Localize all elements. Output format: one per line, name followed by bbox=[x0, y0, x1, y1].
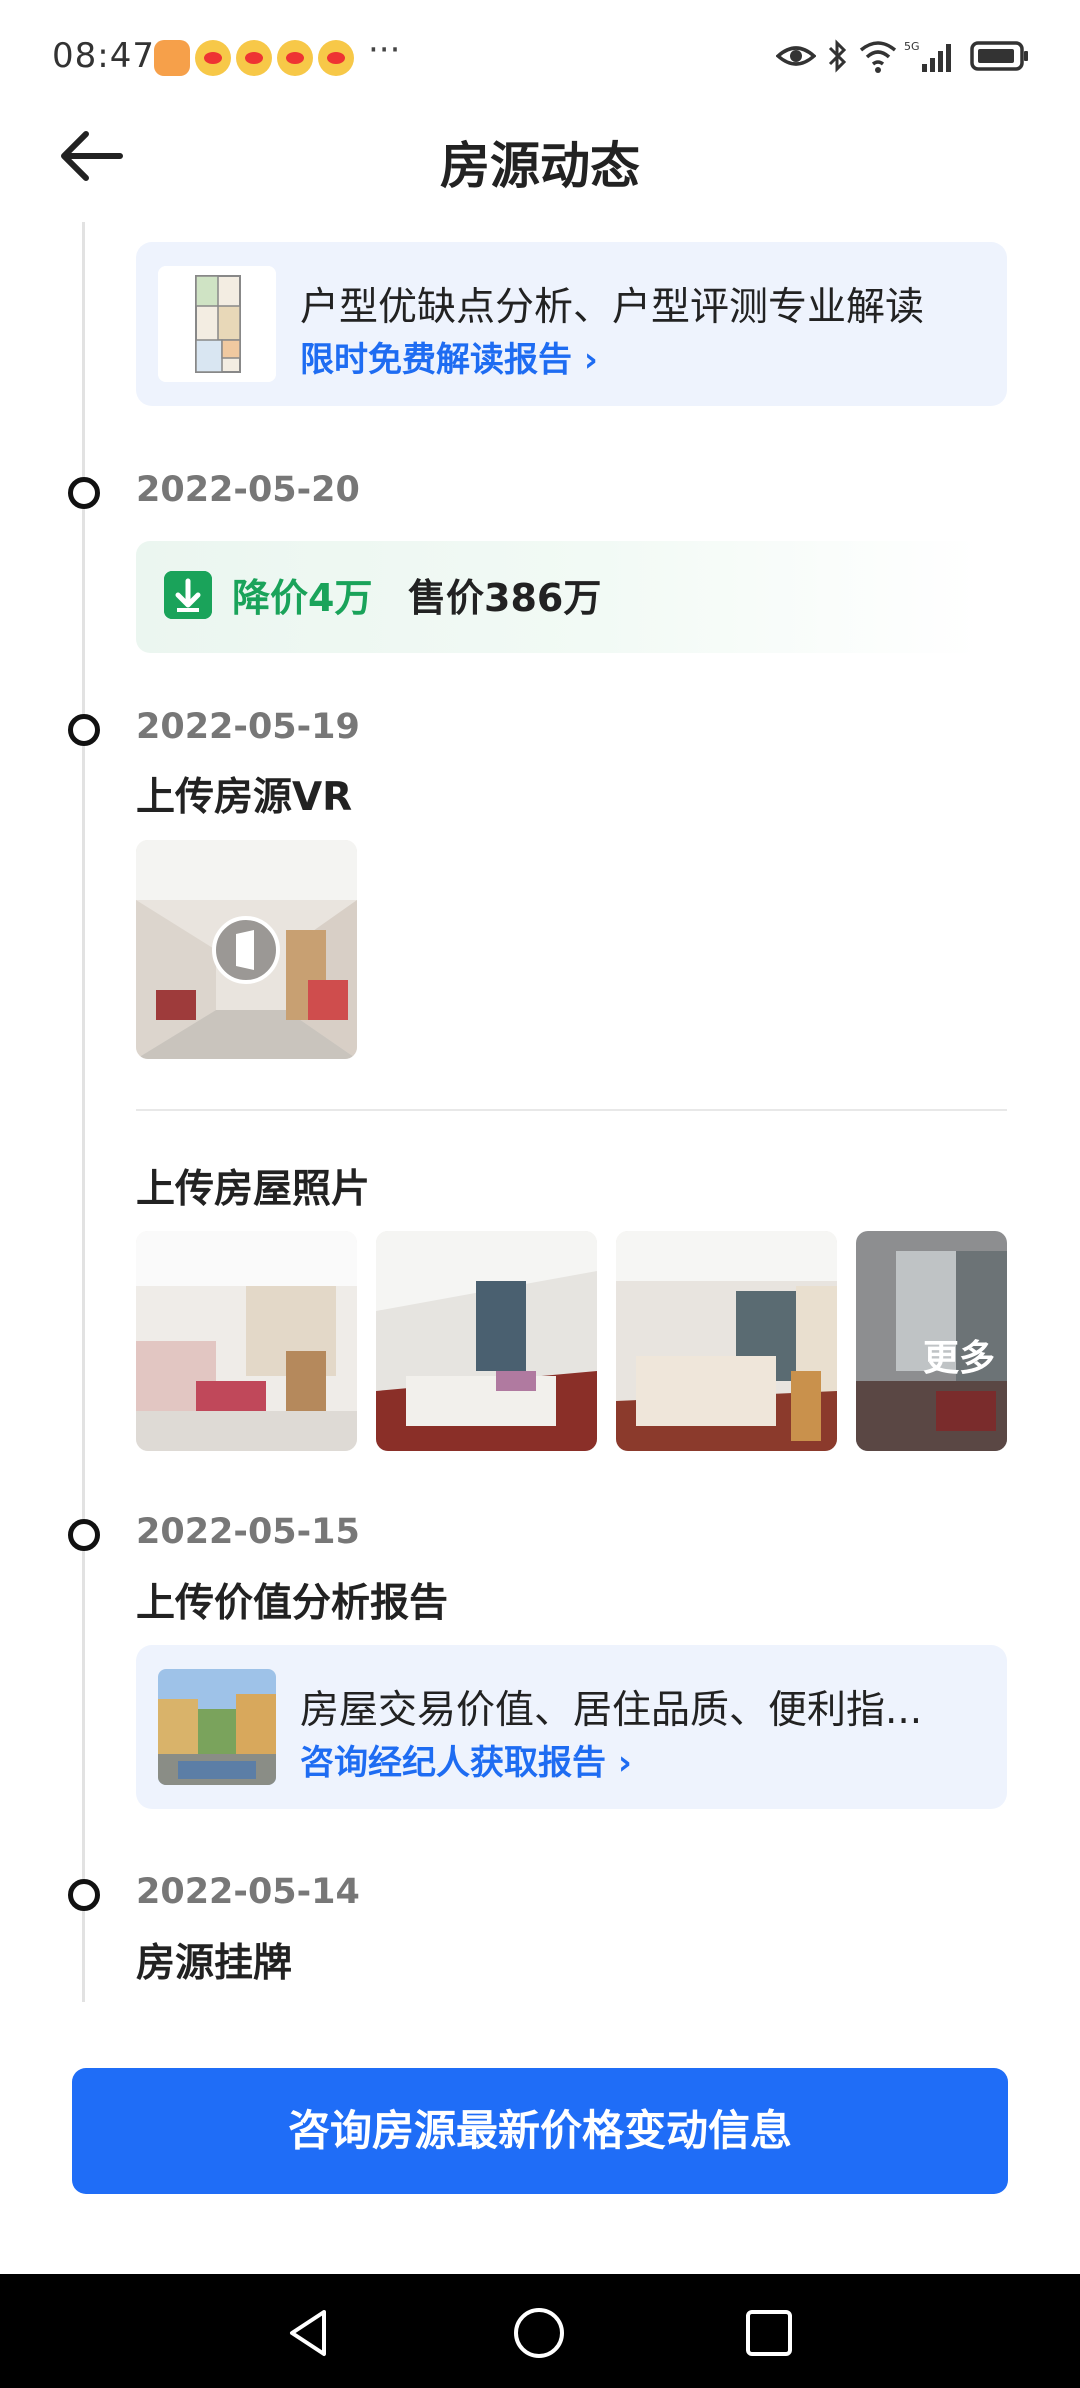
section-divider bbox=[136, 1109, 1007, 1111]
more-notifications-icon: ··· bbox=[368, 30, 401, 70]
status-bar: 08:47 ··· 5G bbox=[0, 0, 1080, 120]
timeline-date: 2022-05-19 bbox=[136, 707, 360, 747]
house-photo[interactable] bbox=[616, 1231, 837, 1451]
community-thumbnail bbox=[158, 1669, 276, 1785]
timeline-date: 2022-05-20 bbox=[136, 470, 360, 510]
system-nav-bar bbox=[0, 2274, 1080, 2388]
free-report-link[interactable]: 限时免费解读报告 › bbox=[300, 332, 598, 381]
weibo-notification-icon bbox=[236, 40, 272, 76]
status-time: 08:47 bbox=[52, 36, 155, 76]
timeline-event-title: 上传价值分析报告 bbox=[136, 1581, 449, 1626]
timeline-dot bbox=[68, 714, 100, 746]
eye-icon bbox=[776, 46, 816, 66]
timeline-dot bbox=[68, 1879, 100, 1911]
more-photos-tile[interactable]: 更多 bbox=[856, 1231, 1007, 1451]
floorplan-thumbnail bbox=[158, 266, 276, 382]
vr-thumbnail[interactable] bbox=[136, 840, 357, 1059]
nav-recents-icon[interactable] bbox=[744, 2308, 794, 2358]
svg-text:5G: 5G bbox=[904, 40, 920, 53]
page-title: 房源动态 bbox=[440, 137, 640, 195]
timeline-date: 2022-05-15 bbox=[136, 1512, 360, 1552]
current-price: 售价386万 bbox=[408, 576, 602, 620]
weibo-notification-icon bbox=[195, 40, 231, 76]
more-photos-label: 更多 bbox=[922, 1338, 995, 1379]
weibo-notification-icon bbox=[277, 40, 313, 76]
nav-back-icon[interactable] bbox=[284, 2308, 334, 2358]
timeline-event-title: 上传房屋照片 bbox=[136, 1167, 371, 1212]
price-drop-amount: 降价4万 bbox=[232, 576, 373, 620]
timeline-event-title: 房源挂牌 bbox=[136, 1941, 293, 1986]
signal-icon: 5G bbox=[904, 40, 951, 72]
app-notification-icon bbox=[154, 40, 190, 76]
price-change-banner: 降价4万 售价386万 bbox=[136, 541, 980, 653]
layout-analysis-card[interactable]: 户型优缺点分析、户型评测专业解读 限时免费解读报告 › bbox=[136, 242, 1007, 406]
wifi-icon bbox=[859, 41, 897, 73]
timeline-date: 2022-05-14 bbox=[136, 1872, 360, 1912]
report-card-title: 房屋交易价值、居住品质、便利指... bbox=[300, 1688, 923, 1733]
timeline-event-title: 上传房源VR bbox=[136, 775, 353, 820]
bluetooth-icon bbox=[828, 39, 847, 73]
weibo-notification-icon bbox=[318, 40, 354, 76]
house-photo[interactable] bbox=[376, 1231, 597, 1451]
timeline-dot bbox=[68, 1519, 100, 1551]
price-down-arrow-icon bbox=[164, 571, 212, 619]
layout-card-title: 户型优缺点分析、户型评测专业解读 bbox=[300, 285, 925, 330]
consult-agent-link[interactable]: 咨询经纪人获取报告 › bbox=[300, 1735, 632, 1784]
consult-price-button[interactable]: 咨询房源最新价格变动信息 bbox=[72, 2068, 1008, 2194]
timeline-dot bbox=[68, 477, 100, 509]
house-photo[interactable] bbox=[136, 1231, 357, 1451]
battery-icon bbox=[970, 41, 1028, 71]
value-report-card[interactable]: 房屋交易价值、居住品质、便利指... 咨询经纪人获取报告 › bbox=[136, 1645, 1007, 1809]
nav-home-icon[interactable] bbox=[512, 2306, 566, 2360]
